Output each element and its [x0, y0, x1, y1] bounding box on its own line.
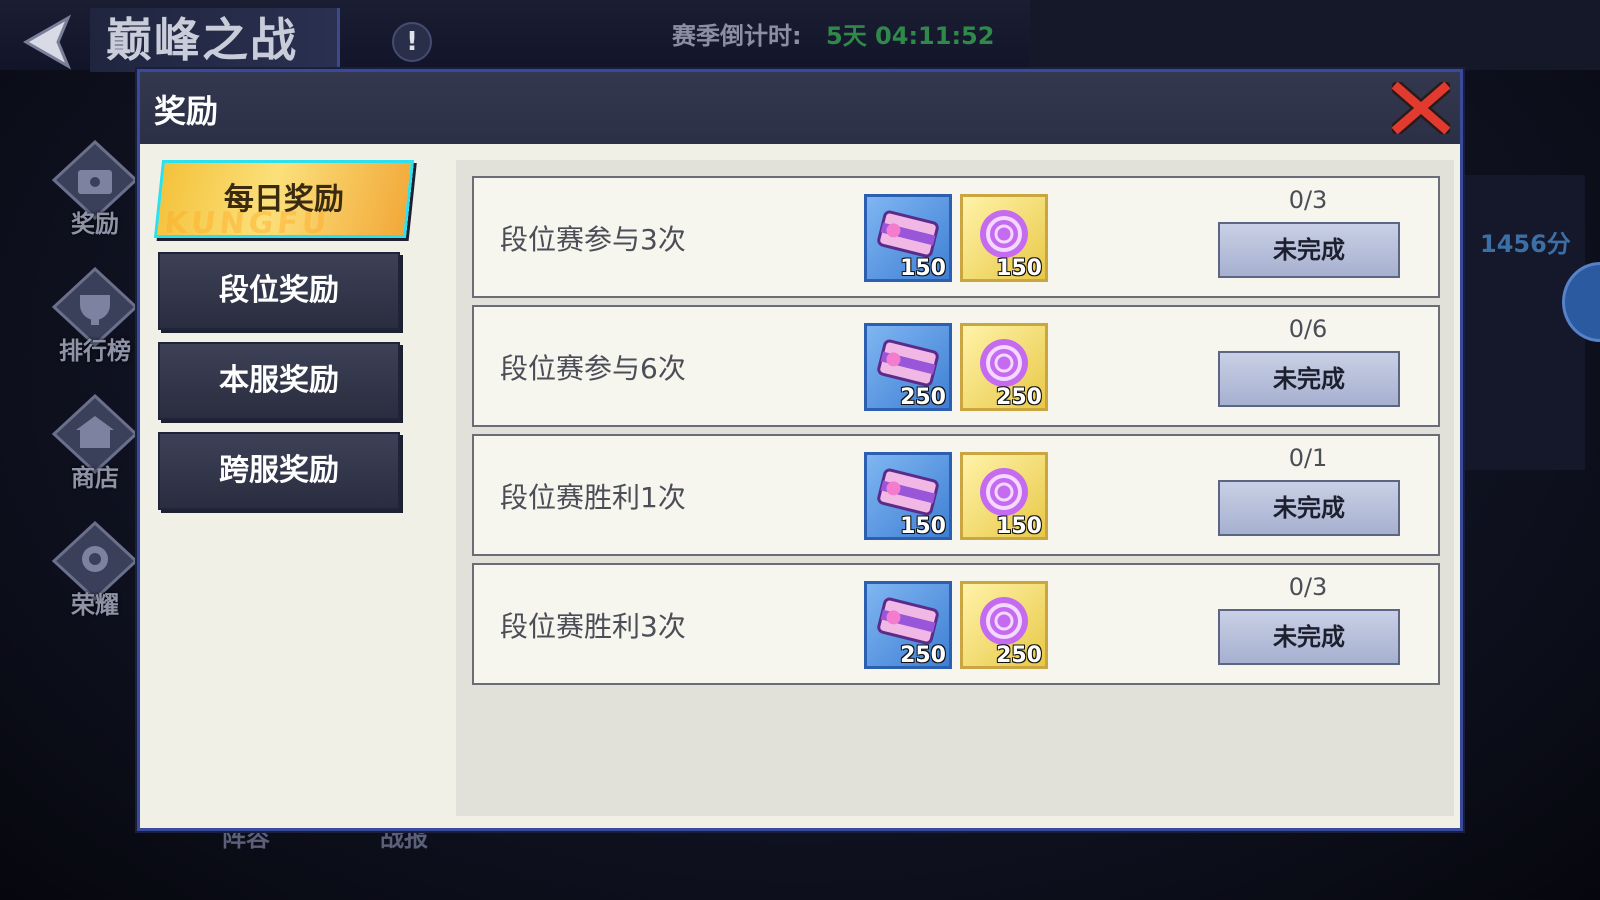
task-row: 段位赛参与6次 250 250 0/6 未完成: [472, 305, 1440, 427]
reward-quantity: 250: [996, 385, 1042, 410]
task-row: 段位赛参与3次 150 150 0/3 未完成: [472, 176, 1440, 298]
task-progress: 0/3: [1288, 186, 1328, 214]
tab-label: 本服奖励: [219, 363, 339, 398]
task-status-button[interactable]: 未完成: [1218, 351, 1400, 407]
side-nav-item-honor[interactable]: 荣耀: [40, 521, 150, 631]
tab-label: 每日奖励: [223, 182, 344, 217]
reward-quantity: 150: [900, 514, 946, 539]
reward-item-orb[interactable]: 250: [960, 581, 1048, 669]
modal-header: 奖励: [140, 72, 1460, 144]
task-status-button[interactable]: 未完成: [1218, 609, 1400, 665]
side-nav-label: 奖励: [71, 210, 119, 238]
close-icon: [1388, 78, 1454, 138]
task-list[interactable]: 段位赛参与3次 150 150 0/3 未完成 段位赛参与6次 250 250: [456, 160, 1454, 816]
info-button[interactable]: !: [392, 22, 432, 62]
reward-quantity: 150: [996, 256, 1042, 281]
side-nav-label: 荣耀: [71, 591, 119, 619]
reward-item-ticket[interactable]: 150: [864, 452, 952, 540]
modal-title: 奖励: [154, 92, 219, 130]
task-status-button[interactable]: 未完成: [1218, 222, 1400, 278]
top-right-area: [1030, 0, 1600, 70]
side-nav-label: 商店: [71, 464, 119, 492]
task-name: 段位赛参与6次: [500, 352, 686, 385]
task-progress: 0/1: [1288, 444, 1328, 472]
side-nav-item-rewards[interactable]: 奖励: [40, 140, 150, 250]
side-nav-item-shop[interactable]: 商店: [40, 394, 150, 504]
back-arrow-icon: [22, 14, 72, 70]
task-row: 段位赛胜利3次 250 250 0/3 未完成: [472, 563, 1440, 685]
back-button[interactable]: [18, 14, 78, 70]
close-button[interactable]: [1388, 78, 1454, 138]
task-status-button[interactable]: 未完成: [1218, 480, 1400, 536]
task-row: 段位赛胜利1次 150 150 0/1 未完成: [472, 434, 1440, 556]
rewards-modal: 奖励 KUNGFU 每日奖励 段位奖励 本服奖励 跨服奖励 段位赛参与3次 15…: [137, 69, 1463, 831]
tab-label: 跨服奖励: [219, 453, 339, 488]
task-progress: 0/3: [1288, 573, 1328, 601]
reward-quantity: 250: [900, 643, 946, 668]
reward-item-orb[interactable]: 150: [960, 452, 1048, 540]
reward-item-ticket[interactable]: 250: [864, 323, 952, 411]
reward-item-ticket[interactable]: 150: [864, 194, 952, 282]
reward-quantity: 150: [996, 514, 1042, 539]
side-nav-item-leaderboard[interactable]: 排行榜: [40, 267, 150, 377]
task-name: 段位赛胜利3次: [500, 610, 686, 643]
tab-server-rewards[interactable]: 本服奖励: [158, 342, 400, 420]
task-name: 段位赛参与3次: [500, 223, 686, 256]
task-progress: 0/6: [1288, 315, 1328, 343]
reward-quantity: 250: [900, 385, 946, 410]
score-value: 1456分: [1480, 230, 1571, 258]
tab-label: 段位奖励: [219, 273, 339, 308]
reward-quantity: 150: [900, 256, 946, 281]
reward-quantity: 250: [996, 643, 1042, 668]
tab-daily-rewards[interactable]: KUNGFU 每日奖励: [153, 160, 415, 238]
side-nav-label: 排行榜: [59, 337, 131, 365]
reward-item-orb[interactable]: 250: [960, 323, 1048, 411]
task-name: 段位赛胜利1次: [500, 481, 686, 514]
tab-rank-rewards[interactable]: 段位奖励: [158, 252, 400, 330]
tab-cross-server-rewards[interactable]: 跨服奖励: [158, 432, 400, 510]
page-title: 巅峰之战: [90, 8, 340, 72]
season-countdown-label: 赛季倒计时:: [672, 22, 802, 50]
season-countdown-value: 5天 04:11:52: [826, 22, 995, 50]
reward-item-orb[interactable]: 150: [960, 194, 1048, 282]
reward-item-ticket[interactable]: 250: [864, 581, 952, 669]
